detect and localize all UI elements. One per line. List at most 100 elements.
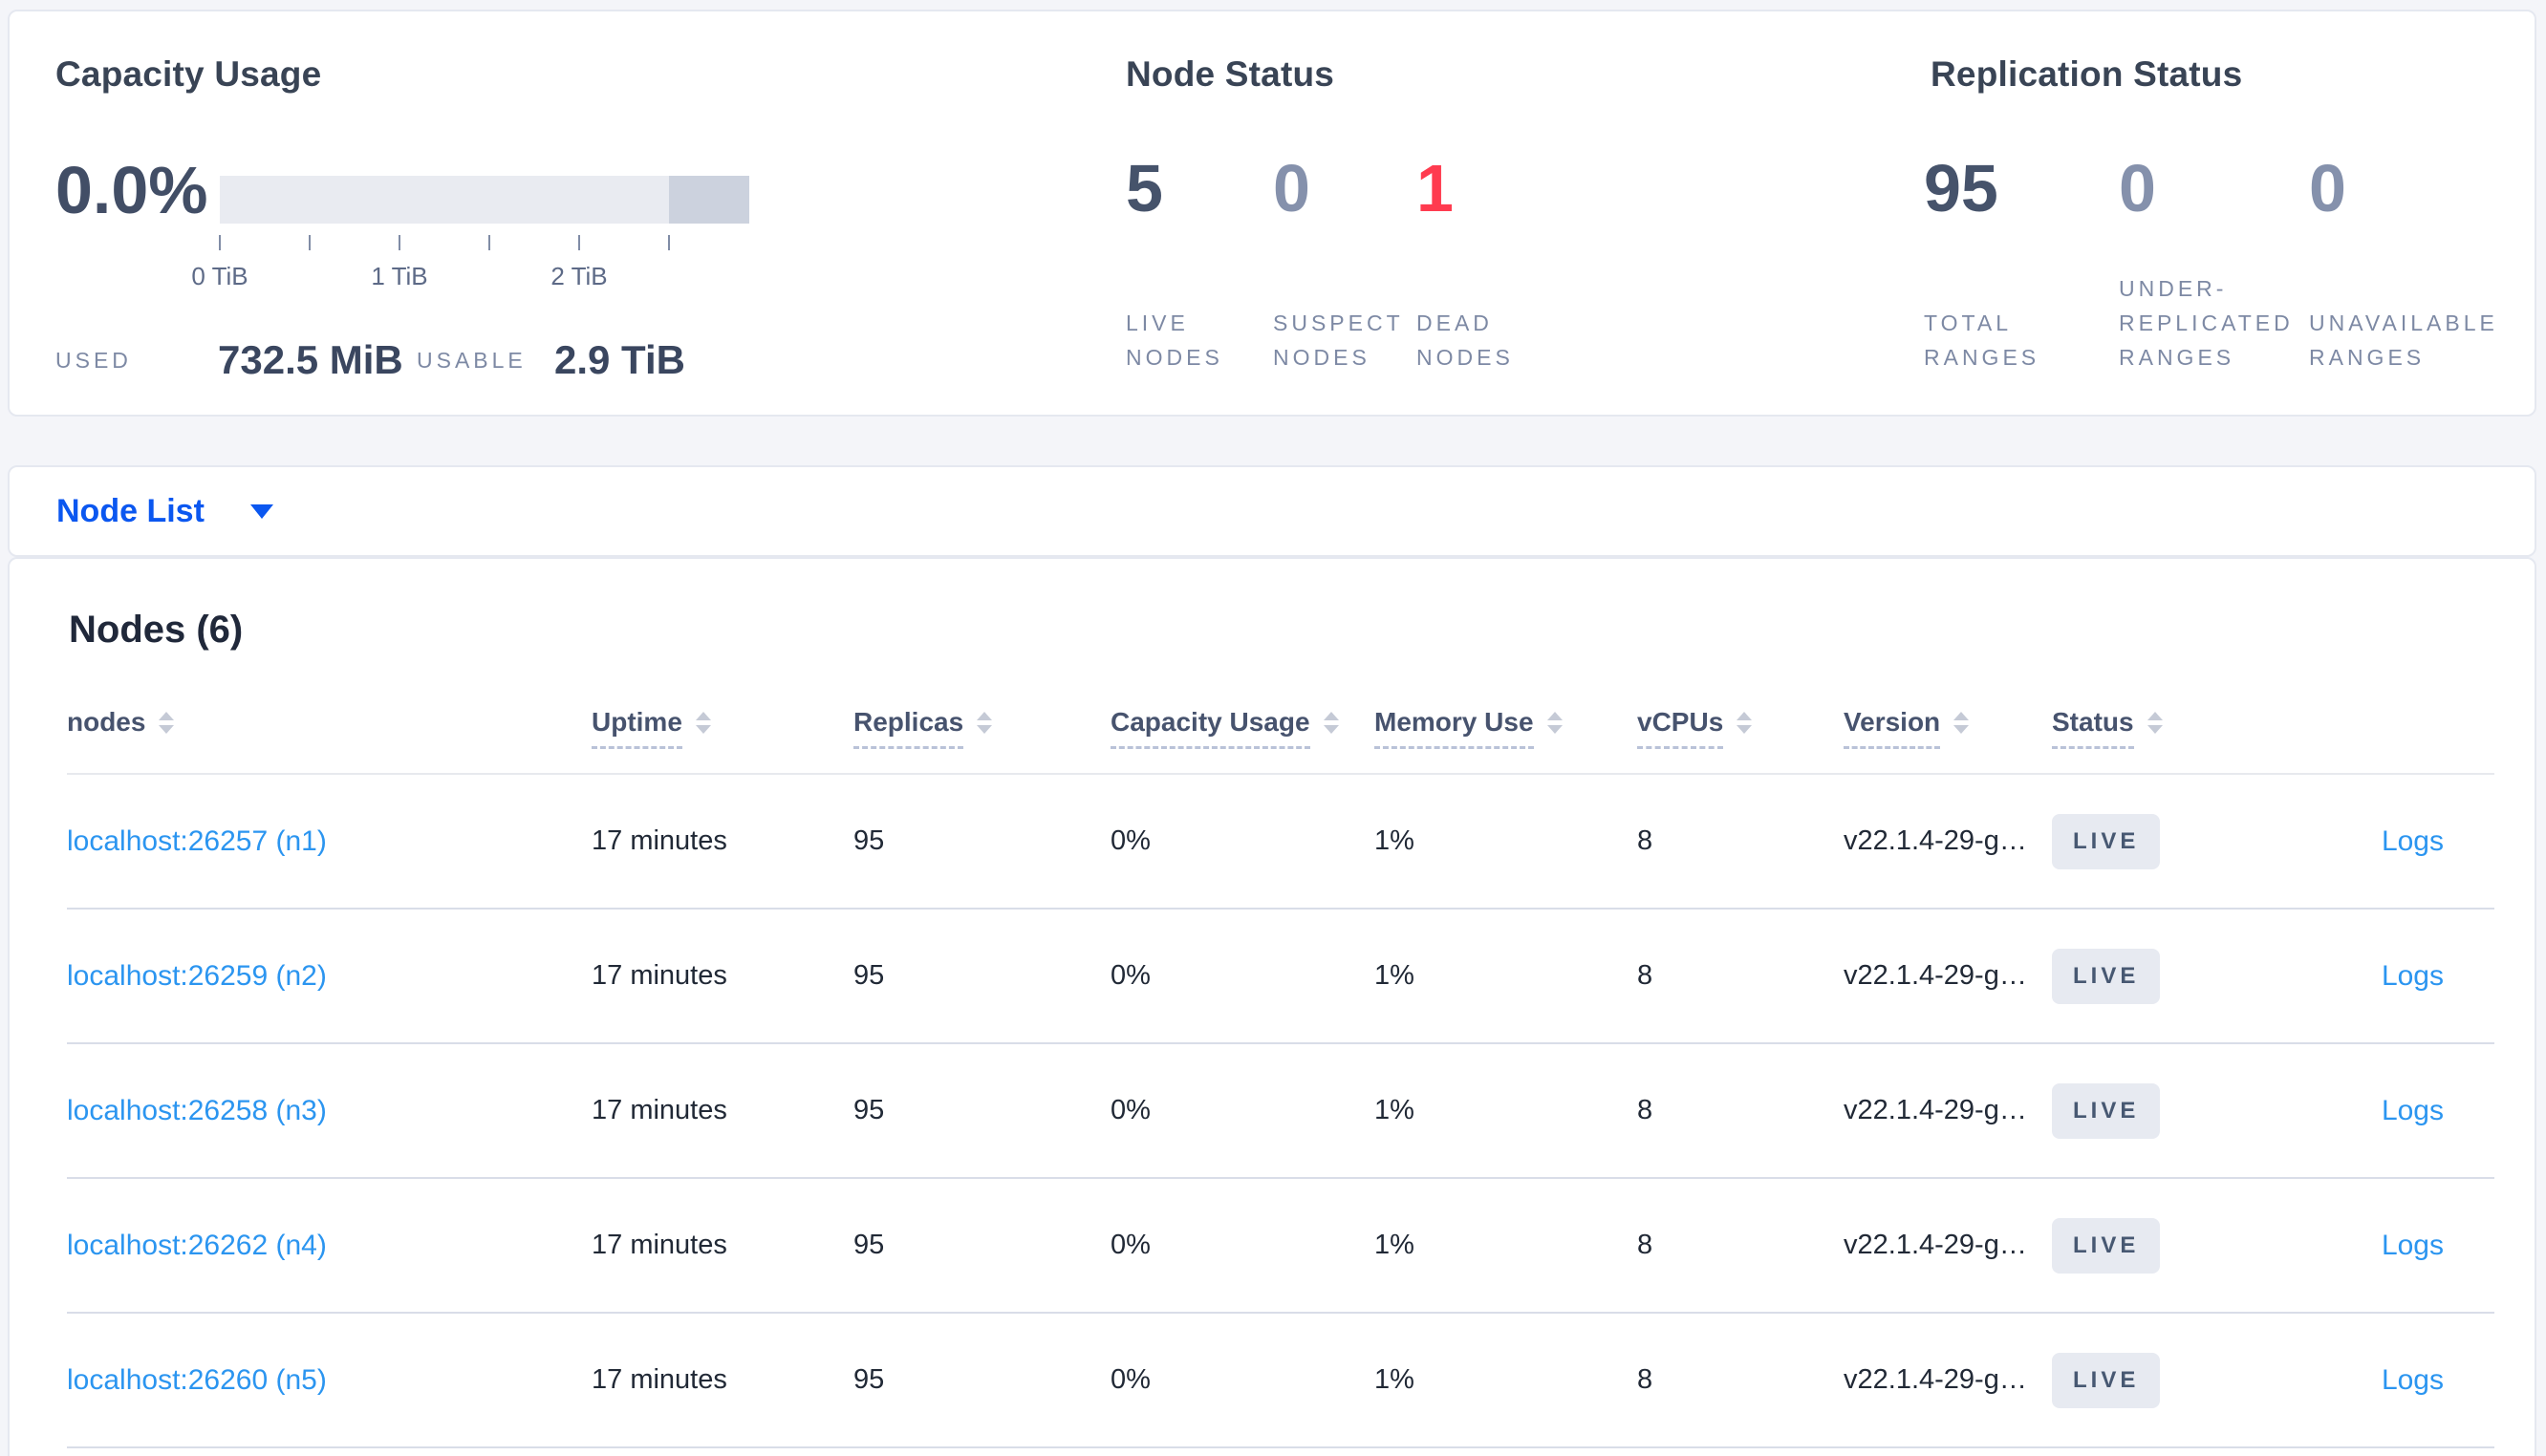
total-ranges-stat: 95 TOTAL RANGES <box>1924 11 2119 415</box>
column-header-uptime[interactable]: Uptime <box>592 707 853 749</box>
node-status-section: Node Status 5 LIVE NODES 0 SUSPECT NODES… <box>1120 11 1789 415</box>
suspect-nodes-label: SUSPECT NODES <box>1273 310 1404 370</box>
logs-link[interactable]: Logs <box>2382 825 2444 857</box>
live-nodes-stat: 5 LIVE NODES <box>1126 11 1273 415</box>
column-header-label: Version <box>1844 707 1941 749</box>
table-row: localhost:26258 (n3) 17 minutes 95 0% 1%… <box>67 1044 2494 1179</box>
column-header-label: Replicas <box>853 707 964 749</box>
status-badge: LIVE <box>2052 813 2161 869</box>
total-ranges-value: 95 <box>1924 151 1998 225</box>
replicas-cell: 95 <box>853 825 885 856</box>
node-address-link[interactable]: localhost:26257 (n1) <box>67 825 327 857</box>
axis-tick <box>309 235 311 250</box>
capacity-gauge-axis: 0 TiB 1 TiB 2 TiB <box>191 235 754 302</box>
node-address-link[interactable]: localhost:26258 (n3) <box>67 1095 327 1126</box>
sort-arrows-icon[interactable] <box>1737 712 1753 734</box>
memory-cell: 1% <box>1374 1230 1414 1260</box>
capacity-cell: 0% <box>1111 1095 1151 1125</box>
capacity-cell: 0% <box>1111 1364 1151 1395</box>
table-row: localhost:26257 (n1) 17 minutes 95 0% 1%… <box>67 775 2494 910</box>
logs-link[interactable]: Logs <box>2382 1230 2444 1261</box>
node-list-dropdown[interactable]: Node List <box>56 467 273 555</box>
sort-arrows-icon[interactable] <box>1546 712 1563 734</box>
logs-link[interactable]: Logs <box>2382 1364 2444 1396</box>
axis-tick <box>399 235 400 250</box>
vcpus-cell: 8 <box>1637 1095 1653 1125</box>
column-header-capacity-usage[interactable]: Capacity Usage <box>1111 707 1374 749</box>
replicas-cell: 95 <box>853 960 885 991</box>
usable-label: USABLE <box>417 348 527 373</box>
dead-nodes-label: DEAD NODES <box>1416 310 1514 370</box>
version-cell: v22.1.4-29-g… <box>1844 960 2027 991</box>
axis-tick-label: 0 TiB <box>191 262 248 290</box>
status-badge: LIVE <box>2052 1217 2161 1274</box>
vcpus-cell: 8 <box>1637 1230 1653 1260</box>
used-label: USED <box>55 348 132 373</box>
under-replicated-ranges-value: 0 <box>2119 151 2156 225</box>
dead-nodes-value: 1 <box>1416 151 1454 225</box>
replicas-cell: 95 <box>853 1230 885 1260</box>
under-replicated-ranges-label: UNDER-REPLICATED RANGES <box>2119 276 2294 370</box>
view-selector-card: Node List <box>8 465 2536 557</box>
axis-tick-label: 2 TiB <box>550 262 608 290</box>
capacity-values-row: USED 732.5 MiB USABLE 2.9 TiB <box>55 336 1107 380</box>
vcpus-cell: 8 <box>1637 1364 1653 1395</box>
capacity-gauge-bar <box>220 176 749 224</box>
column-header-vcpus[interactable]: vCPUs <box>1637 707 1844 749</box>
version-cell: v22.1.4-29-g… <box>1844 1230 2027 1260</box>
column-header-status[interactable]: Status <box>2052 707 2243 749</box>
capacity-usage-title: Capacity Usage <box>55 54 322 94</box>
suspect-nodes-stat: 0 SUSPECT NODES <box>1273 11 1416 415</box>
sort-arrows-icon[interactable] <box>1953 712 1970 734</box>
status-badge: LIVE <box>2052 948 2161 1004</box>
chevron-down-icon <box>249 503 273 519</box>
memory-cell: 1% <box>1374 825 1414 856</box>
capacity-cell: 0% <box>1111 960 1151 991</box>
table-row: localhost:26259 (n2) 17 minutes 95 0% 1%… <box>67 910 2494 1044</box>
column-header-label: Capacity Usage <box>1111 707 1310 749</box>
node-list-dropdown-label: Node List <box>56 492 205 529</box>
logs-link[interactable]: Logs <box>2382 960 2444 992</box>
axis-tick <box>488 235 490 250</box>
sort-arrows-icon[interactable] <box>159 712 175 734</box>
sort-arrows-icon[interactable] <box>1323 712 1339 734</box>
axis-tick <box>578 235 580 250</box>
column-header-nodes[interactable]: nodes <box>67 707 592 738</box>
column-header-replicas[interactable]: Replicas <box>853 707 1111 749</box>
total-ranges-label: TOTAL RANGES <box>1924 310 2040 370</box>
version-cell: v22.1.4-29-g… <box>1844 825 2027 856</box>
version-cell: v22.1.4-29-g… <box>1844 1364 2027 1395</box>
sort-arrows-icon[interactable] <box>977 712 993 734</box>
node-address-link[interactable]: localhost:26262 (n4) <box>67 1230 327 1261</box>
node-address-link[interactable]: localhost:26260 (n5) <box>67 1364 327 1396</box>
column-header-memory-use[interactable]: Memory Use <box>1374 707 1637 749</box>
uptime-cell: 17 minutes <box>592 1095 727 1125</box>
unavailable-ranges-stat: 0 UNAVAILABLE RANGES <box>2309 11 2529 415</box>
node-address-link[interactable]: localhost:26259 (n2) <box>67 960 327 992</box>
status-badge: LIVE <box>2052 1082 2161 1139</box>
nodes-section-title: Nodes (6) <box>69 609 244 651</box>
sort-arrows-icon[interactable] <box>2147 712 2163 734</box>
capacity-cell: 0% <box>1111 1230 1151 1260</box>
uptime-cell: 17 minutes <box>592 1364 727 1395</box>
capacity-cell: 0% <box>1111 825 1151 856</box>
column-header-label: Status <box>2052 707 2134 749</box>
suspect-nodes-value: 0 <box>1273 151 1310 225</box>
unavailable-ranges-label: UNAVAILABLE RANGES <box>2309 310 2498 370</box>
unavailable-ranges-value: 0 <box>2309 151 2346 225</box>
dead-nodes-stat: 1 DEAD NODES <box>1416 11 1607 415</box>
nodes-table: nodes Uptime Replicas Capacity Usage Mem… <box>67 685 2494 1448</box>
axis-tick-label: 1 TiB <box>371 262 428 290</box>
uptime-cell: 17 minutes <box>592 1230 727 1260</box>
column-header-version[interactable]: Version <box>1844 707 2052 749</box>
nodes-table-card: Nodes (6) nodes Uptime Replicas Capacity… <box>8 557 2536 1456</box>
sort-arrows-icon[interactable] <box>695 712 711 734</box>
capacity-percent: 0.0% <box>55 153 208 227</box>
replication-status-section: Replication Status 95 TOTAL RANGES 0 UND… <box>1916 11 2528 415</box>
live-nodes-value: 5 <box>1126 151 1163 225</box>
replicas-cell: 95 <box>853 1095 885 1125</box>
capacity-usage-section: Capacity Usage 0.0% 0 TiB 1 TiB 2 TiB US… <box>55 11 1107 415</box>
uptime-cell: 17 minutes <box>592 960 727 991</box>
logs-link[interactable]: Logs <box>2382 1095 2444 1126</box>
status-badge: LIVE <box>2052 1352 2161 1408</box>
